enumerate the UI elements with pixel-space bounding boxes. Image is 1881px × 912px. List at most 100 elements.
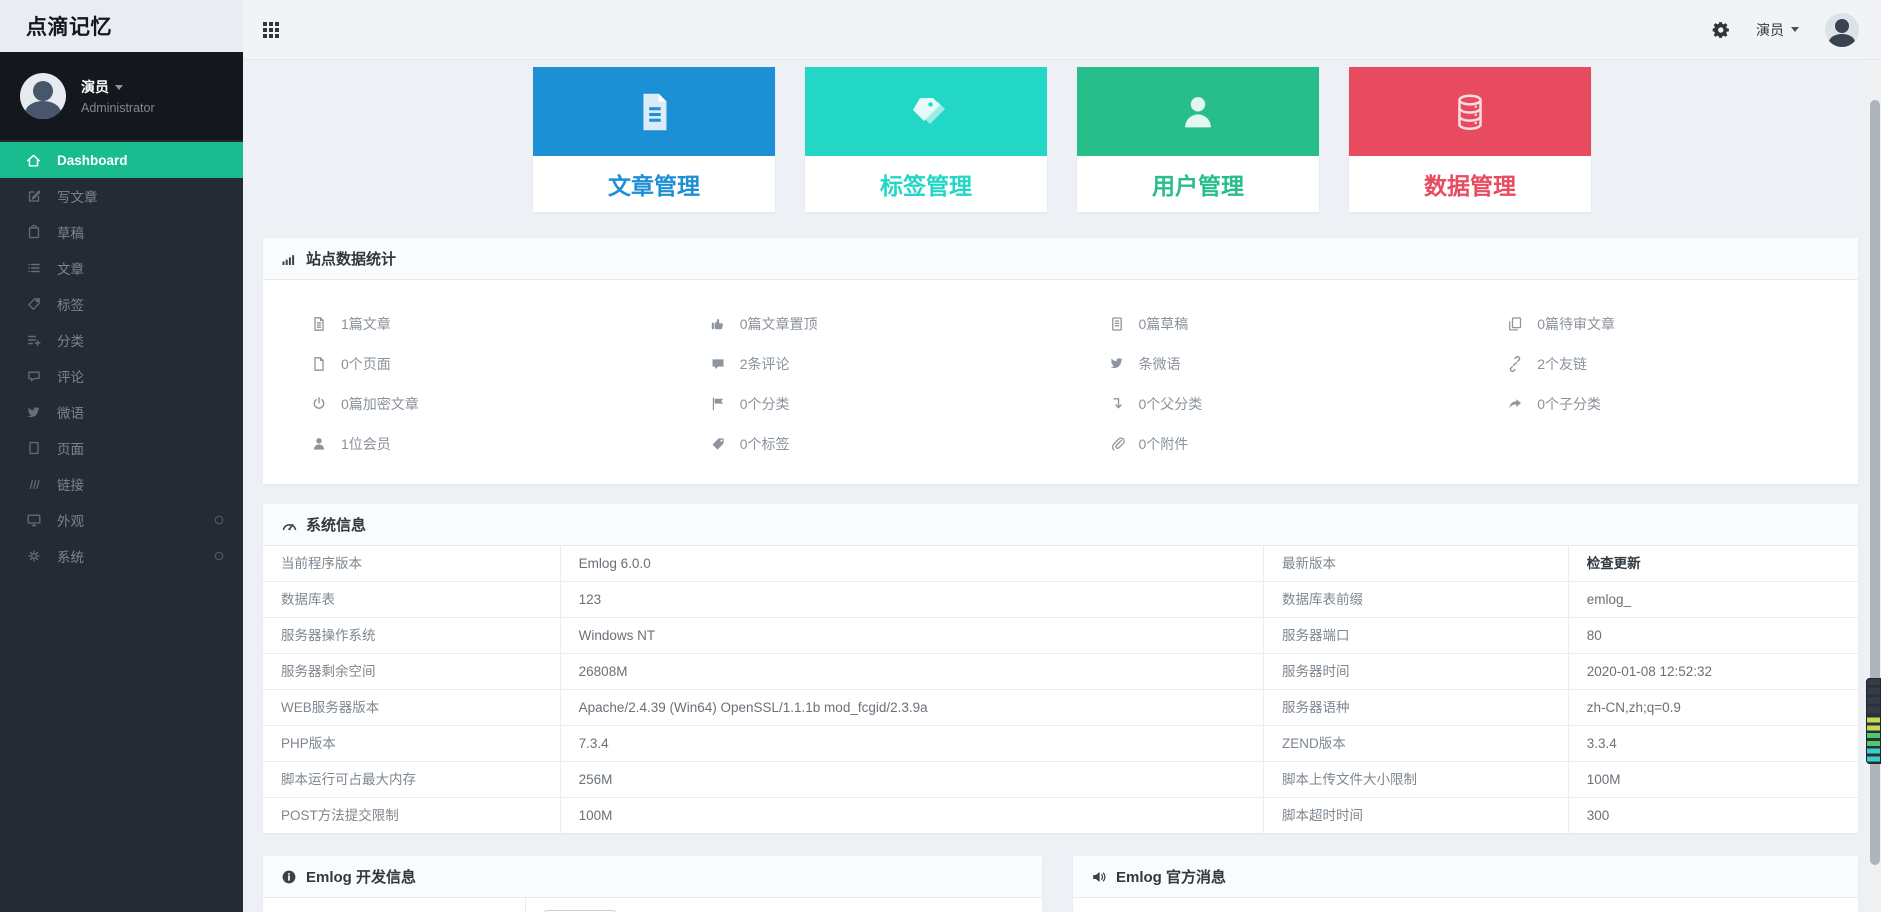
sidebar-item-dashboard[interactable]: Dashboard [0, 142, 243, 178]
card-data-management[interactable]: 数据管理 [1349, 67, 1591, 212]
system-info-panel: 系统信息 当前程序版本 Emlog 6.0.0 最新版本 检查更新 数据库表 1… [263, 504, 1858, 833]
sidebar-item-pages[interactable]: 页面 [0, 430, 243, 466]
sys-value: zh-CN,zh;q=0.9 [1568, 690, 1858, 725]
user-name-dropdown[interactable]: 演员 [81, 77, 155, 97]
copy-icon [1507, 316, 1523, 332]
sidebar-item-categories[interactable]: 分类 [0, 322, 243, 358]
sys-label: 脚本运行可占最大内存 [263, 762, 560, 797]
home-icon [25, 152, 42, 169]
stat-child-categories[interactable]: 0个子分类 [1507, 384, 1858, 424]
sys-value: Emlog 6.0.0 [560, 546, 1263, 581]
file-text-icon [311, 316, 327, 332]
stat-sticky-posts[interactable]: 0篇文章置顶 [710, 304, 1061, 344]
browser-extension-minimap[interactable] [1866, 678, 1881, 764]
site-stats-panel: 站点数据统计 1篇文章 0个页面 0篇加密文章 1位会员 0篇文章置顶 2条评论… [263, 238, 1858, 484]
member-icon [311, 436, 327, 452]
sidebar-item-posts[interactable]: 文章 [0, 250, 243, 286]
sys-label: ZEND版本 [1263, 726, 1568, 761]
sidebar-item-microblog[interactable]: 微语 [0, 394, 243, 430]
system-panel-header: 系统信息 [263, 504, 1858, 546]
gauge-icon [281, 517, 297, 533]
user-avatar[interactable] [20, 73, 66, 119]
flag-icon [710, 396, 726, 412]
stat-label: 1位会员 [341, 434, 391, 454]
bottom-panels: Emlog 开发信息 版权所有: Emlog Emlog 官方消息 [推广] 高… [263, 856, 1858, 912]
bar-chart-icon [281, 251, 297, 267]
table-row: 脚本运行可占最大内存 256M 脚本上传文件大小限制 100M [263, 762, 1858, 798]
sys-label: 服务器操作系统 [263, 618, 560, 653]
stat-pending-posts[interactable]: 0篇待审文章 [1507, 304, 1858, 344]
user-name: 演员 [81, 77, 109, 97]
card-label: 标签管理 [805, 156, 1047, 212]
sidebar: 点滴记忆 演员 Administrator Dashboard 写文章 [0, 0, 243, 912]
stat-label: 条微语 [1139, 354, 1181, 374]
page-scrollbar[interactable] [1867, 60, 1881, 912]
stat-label: 0个子分类 [1537, 394, 1601, 414]
sidebar-item-label: 链接 [57, 474, 84, 494]
sidebar-item-system[interactable]: 系统 [0, 538, 243, 574]
copyright-label: 版权所有: [263, 898, 526, 912]
file-icon [311, 356, 327, 372]
sidebar-item-label: Dashboard [57, 153, 128, 168]
sidebar-item-label: 写文章 [57, 186, 98, 206]
sidebar-item-write-post[interactable]: 写文章 [0, 178, 243, 214]
sidebar-item-comments[interactable]: 评论 [0, 358, 243, 394]
sys-label: 当前程序版本 [263, 546, 560, 581]
stat-friend-links[interactable]: 2个友链 [1507, 344, 1858, 384]
sys-label: WEB服务器版本 [263, 690, 560, 725]
stat-microblogs[interactable]: 条微语 [1109, 344, 1460, 384]
stat-categories[interactable]: 0个分类 [710, 384, 1061, 424]
topbar-user-name: 演员 [1756, 20, 1784, 40]
speaker-icon [1091, 869, 1107, 885]
stat-tags[interactable]: 0个标签 [710, 424, 1061, 464]
tag-filled-icon [710, 436, 726, 452]
sys-value: Windows NT [560, 618, 1263, 653]
topbar-avatar[interactable] [1825, 13, 1859, 47]
stat-encrypted-posts[interactable]: 0篇加密文章 [311, 384, 662, 424]
stat-members[interactable]: 1位会员 [311, 424, 662, 464]
sys-value: 80 [1568, 618, 1858, 653]
stat-posts[interactable]: 1篇文章 [311, 304, 662, 344]
stat-pages[interactable]: 0个页面 [311, 344, 662, 384]
stat-attachments[interactable]: 0个附件 [1109, 424, 1460, 464]
document-icon [533, 67, 775, 156]
card-user-management[interactable]: 用户管理 [1077, 67, 1319, 212]
card-post-management[interactable]: 文章管理 [533, 67, 775, 212]
sidebar-item-drafts[interactable]: 草稿 [0, 214, 243, 250]
chain-icon [1507, 356, 1523, 372]
sidebar-item-appearance[interactable]: 外观 [0, 502, 243, 538]
card-tag-management[interactable]: 标签管理 [805, 67, 1047, 212]
dev-panel-title: Emlog 开发信息 [306, 866, 416, 887]
stat-label: 2个友链 [1537, 354, 1587, 374]
stat-label: 0个附件 [1139, 434, 1189, 454]
table-row: PHP版本 7.3.4 ZEND版本 3.3.4 [263, 726, 1858, 762]
comment-icon [25, 368, 42, 385]
edit-icon [25, 188, 42, 205]
database-icon [1349, 67, 1591, 156]
gear-icon[interactable] [1712, 21, 1730, 39]
sys-label: 脚本上传文件大小限制 [1263, 762, 1568, 797]
stat-label: 0个页面 [341, 354, 391, 374]
stat-comments[interactable]: 2条评论 [710, 344, 1061, 384]
stat-label: 0篇待审文章 [1537, 314, 1615, 334]
sidebar-item-links[interactable]: 链接 [0, 466, 243, 502]
share-icon [1507, 396, 1523, 412]
sidebar-item-label: 分类 [57, 330, 84, 350]
stat-drafts[interactable]: 0篇草稿 [1109, 304, 1460, 344]
chevron-down-icon [1791, 27, 1799, 32]
apps-grid-icon[interactable] [263, 22, 279, 38]
topbar-user-dropdown[interactable]: 演员 [1756, 20, 1799, 40]
expand-circle-icon [213, 550, 225, 562]
stat-label: 0个分类 [740, 394, 790, 414]
sidebar-menu: Dashboard 写文章 草稿 文章 标签 分类 [0, 140, 243, 574]
sidebar-item-label: 标签 [57, 294, 84, 314]
sidebar-item-tags[interactable]: 标签 [0, 286, 243, 322]
stat-parent-categories[interactable]: 0个父分类 [1109, 384, 1460, 424]
info-icon [281, 869, 297, 885]
check-update-link[interactable]: 检查更新 [1568, 546, 1858, 581]
gear-icon [25, 548, 42, 565]
sys-value: 123 [560, 582, 1263, 617]
sys-label: 数据库表前缀 [1263, 582, 1568, 617]
topbar: 演员 [243, 0, 1881, 60]
site-logo[interactable]: 点滴记忆 [0, 0, 243, 52]
